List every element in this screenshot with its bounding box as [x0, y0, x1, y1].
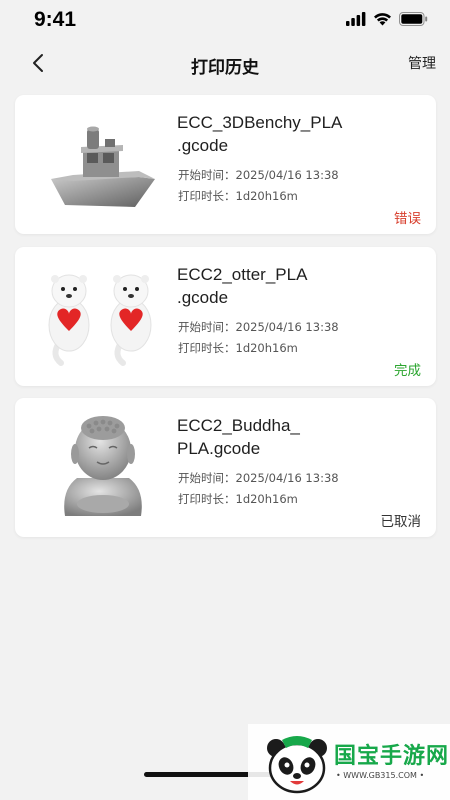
buddha-model-icon: [43, 412, 163, 522]
wifi-icon: [374, 13, 391, 26]
file-name-line: ECC_3DBenchy_PLA: [177, 113, 343, 132]
manage-button[interactable]: 管理: [408, 53, 436, 73]
watermark-text: 国宝手游网: [334, 744, 450, 769]
status-badge: 错误: [394, 211, 421, 227]
file-name-line: .gcode: [177, 288, 229, 307]
print-record-card[interactable]: ECC2_Buddha_ PLA.gcode 开始时间：2025/04/16 1…: [15, 398, 436, 537]
status-badge: 已取消: [380, 514, 422, 530]
start-time: 开始时间：2025/04/16 13:38: [178, 320, 339, 334]
start-time: 开始时间：2025/04/16 13:38: [178, 168, 339, 182]
watermark: 国宝手游网 • WWW.GB315.COM •: [248, 724, 450, 800]
print-duration: 打印时长：1d20h16m: [178, 492, 298, 506]
file-name: ECC2_Buddha_ PLA.gcode: [177, 414, 377, 460]
file-name: ECC_3DBenchy_PLA .gcode: [177, 111, 377, 157]
status-icons: [346, 12, 428, 26]
boat-model-icon: [43, 109, 163, 219]
print-record-card[interactable]: ECC2_otter_PLA .gcode 开始时间：2025/04/16 13…: [15, 247, 436, 386]
file-name-line: ECC2_Buddha_: [177, 416, 300, 435]
panda-logo-icon: [267, 736, 327, 794]
status-badge: 完成: [394, 363, 421, 379]
print-record-card[interactable]: ECC_3DBenchy_PLA .gcode 开始时间：2025/04/16 …: [15, 95, 436, 234]
start-time: 开始时间：2025/04/16 13:38: [178, 471, 339, 485]
signal-icon: [346, 12, 366, 26]
status-time: 9:41: [34, 8, 77, 31]
otter-model-icon: [43, 261, 163, 371]
file-name-line: .gcode: [177, 136, 229, 155]
file-name-line: ECC2_otter_PLA: [177, 265, 308, 284]
file-name: ECC2_otter_PLA .gcode: [177, 263, 377, 309]
nav-bar: 打印历史 管理: [0, 40, 450, 86]
file-name-line: PLA.gcode: [177, 439, 261, 458]
page-title: 打印历史: [191, 58, 259, 78]
watermark-url: • WWW.GB315.COM •: [336, 771, 425, 780]
status-bar: 9:41: [0, 0, 450, 40]
battery-icon: [399, 12, 428, 26]
print-duration: 打印时长：1d20h16m: [178, 189, 298, 203]
print-duration: 打印时长：1d20h16m: [178, 341, 298, 355]
